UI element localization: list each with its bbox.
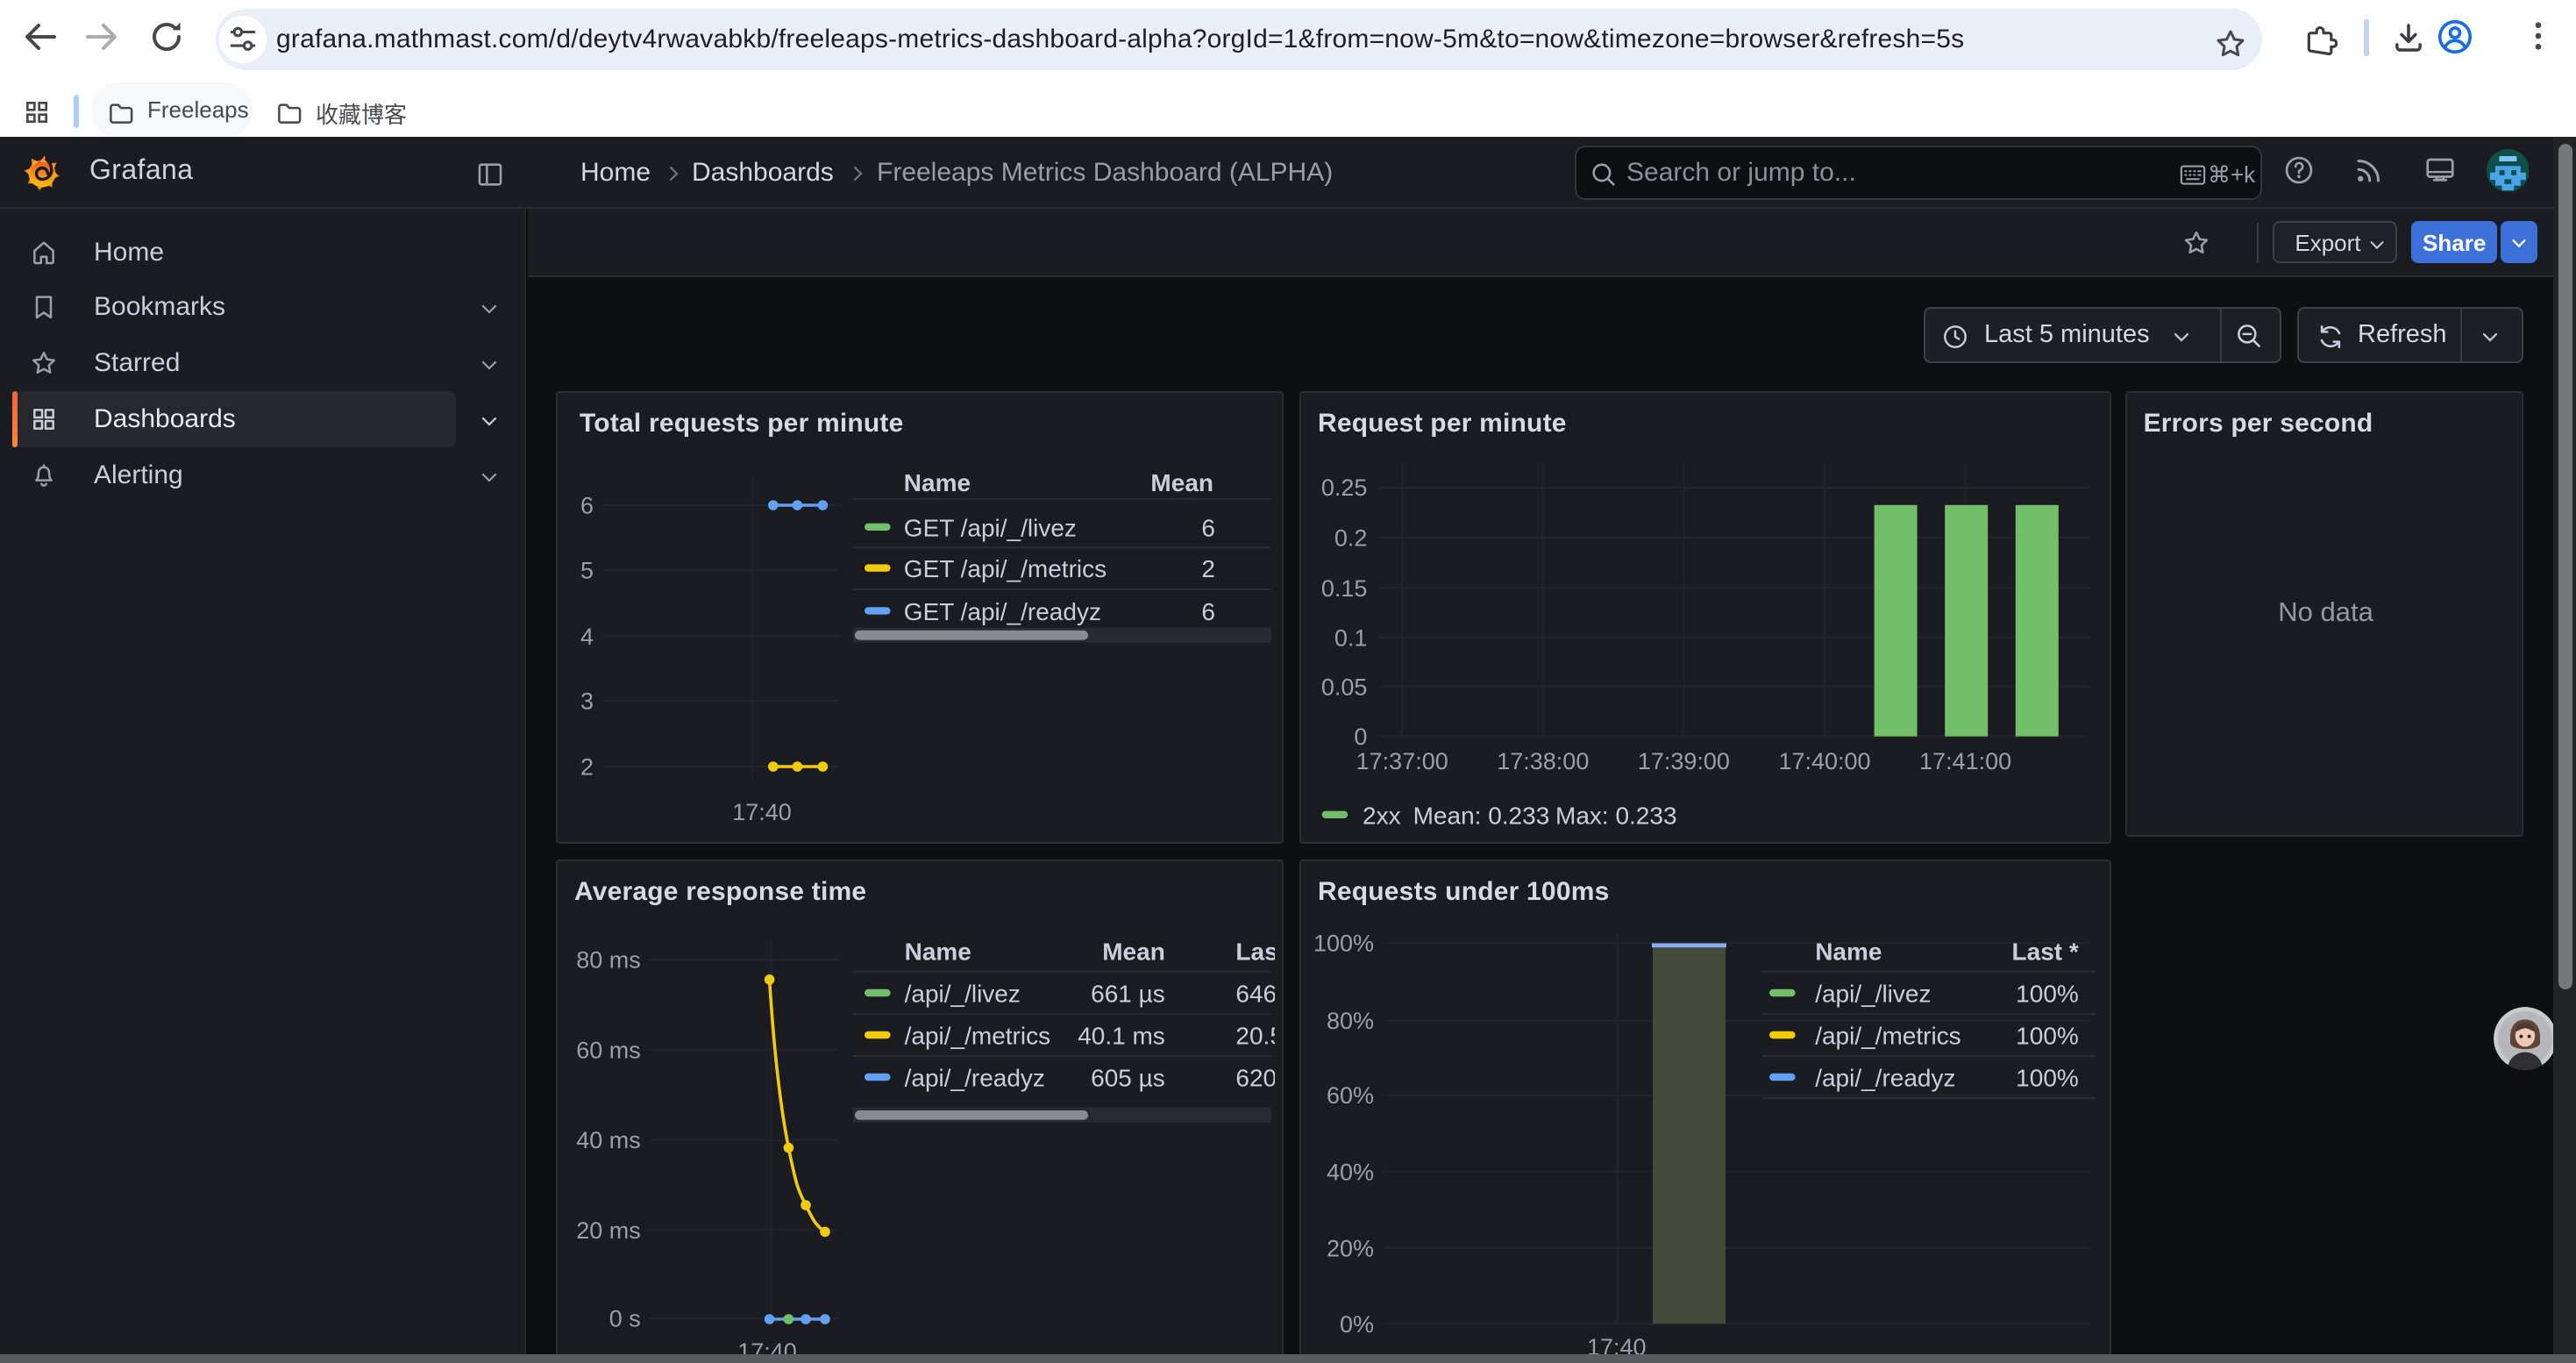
svg-text:0 s: 0 s bbox=[608, 1306, 640, 1332]
svg-text:/api/_/metrics: /api/_/metrics bbox=[904, 1023, 1050, 1050]
svg-text:/api/_/livez: /api/_/livez bbox=[904, 981, 1020, 1008]
svg-text:Name: Name bbox=[1815, 938, 1882, 966]
svg-text:2: 2 bbox=[1200, 555, 1214, 582]
svg-text:Mean: Mean bbox=[1101, 938, 1164, 966]
svg-text:40.1 ms: 40.1 ms bbox=[1077, 1023, 1164, 1050]
svg-text:Max: 0.233: Max: 0.233 bbox=[1555, 802, 1677, 829]
svg-text:6: 6 bbox=[580, 493, 593, 519]
svg-text:60%: 60% bbox=[1327, 1082, 1374, 1109]
svg-text:20 ms: 20 ms bbox=[575, 1217, 640, 1244]
svg-text:60 ms: 60 ms bbox=[575, 1037, 640, 1063]
svg-text:646: 646 bbox=[1235, 981, 1274, 1008]
svg-text:/api/_/readyz: /api/_/readyz bbox=[1815, 1065, 1955, 1092]
svg-text:0.25: 0.25 bbox=[1321, 475, 1368, 501]
svg-text:17:40:00: 17:40:00 bbox=[1778, 748, 1870, 774]
svg-text:0.15: 0.15 bbox=[1321, 575, 1368, 602]
svg-text:661 µs: 661 µs bbox=[1090, 981, 1164, 1008]
svg-text:100%: 100% bbox=[2016, 1023, 2079, 1050]
svg-text:17:39:00: 17:39:00 bbox=[1638, 748, 1730, 774]
svg-text:0.1: 0.1 bbox=[1334, 625, 1368, 652]
svg-text:605 µs: 605 µs bbox=[1090, 1065, 1164, 1092]
svg-text:620: 620 bbox=[1235, 1065, 1274, 1092]
svg-text:17:37:00: 17:37:00 bbox=[1356, 748, 1448, 774]
svg-text:Name: Name bbox=[903, 469, 970, 496]
svg-text:40%: 40% bbox=[1327, 1159, 1374, 1185]
svg-text:0%: 0% bbox=[1340, 1311, 1374, 1338]
svg-text:0.05: 0.05 bbox=[1321, 674, 1368, 700]
svg-text:/api/_/metrics: /api/_/metrics bbox=[1815, 1023, 1961, 1050]
svg-text:Name: Name bbox=[904, 938, 971, 966]
svg-text:80%: 80% bbox=[1327, 1008, 1374, 1034]
svg-text:2: 2 bbox=[580, 754, 593, 781]
svg-text:Last: Last bbox=[1235, 938, 1274, 966]
svg-text:3: 3 bbox=[580, 689, 593, 715]
svg-text:0.2: 0.2 bbox=[1334, 525, 1368, 552]
svg-text:/api/_/livez: /api/_/livez bbox=[1815, 981, 1931, 1008]
svg-text:0: 0 bbox=[1354, 724, 1367, 750]
svg-text:17:41:00: 17:41:00 bbox=[1919, 748, 2011, 774]
svg-text:20.5 m: 20.5 m bbox=[1235, 1023, 1274, 1050]
svg-text:80 ms: 80 ms bbox=[575, 947, 640, 974]
svg-text:GET /api/_/metrics: GET /api/_/metrics bbox=[903, 555, 1106, 582]
svg-text:GET /api/_/readyz: GET /api/_/readyz bbox=[903, 598, 1100, 625]
svg-text:Mean: 0.233: Mean: 0.233 bbox=[1413, 802, 1550, 829]
svg-text:5: 5 bbox=[580, 557, 593, 583]
svg-text:20%: 20% bbox=[1327, 1235, 1374, 1261]
svg-text:100%: 100% bbox=[1313, 931, 1374, 957]
svg-text:/api/_/readyz: /api/_/readyz bbox=[904, 1065, 1044, 1092]
svg-text:6: 6 bbox=[1200, 514, 1214, 541]
svg-text:100%: 100% bbox=[2016, 981, 2079, 1008]
svg-text:4: 4 bbox=[580, 624, 593, 650]
svg-text:100%: 100% bbox=[2016, 1065, 2079, 1092]
svg-text:2xx: 2xx bbox=[1363, 802, 1401, 829]
svg-text:Mean: Mean bbox=[1149, 469, 1213, 496]
svg-text:6: 6 bbox=[1200, 598, 1214, 625]
svg-text:GET /api/_/livez: GET /api/_/livez bbox=[903, 514, 1076, 541]
svg-text:17:40: 17:40 bbox=[731, 799, 791, 825]
svg-text:Last *: Last * bbox=[2012, 938, 2079, 966]
svg-text:40 ms: 40 ms bbox=[575, 1127, 640, 1153]
svg-text:17:38:00: 17:38:00 bbox=[1497, 748, 1589, 774]
